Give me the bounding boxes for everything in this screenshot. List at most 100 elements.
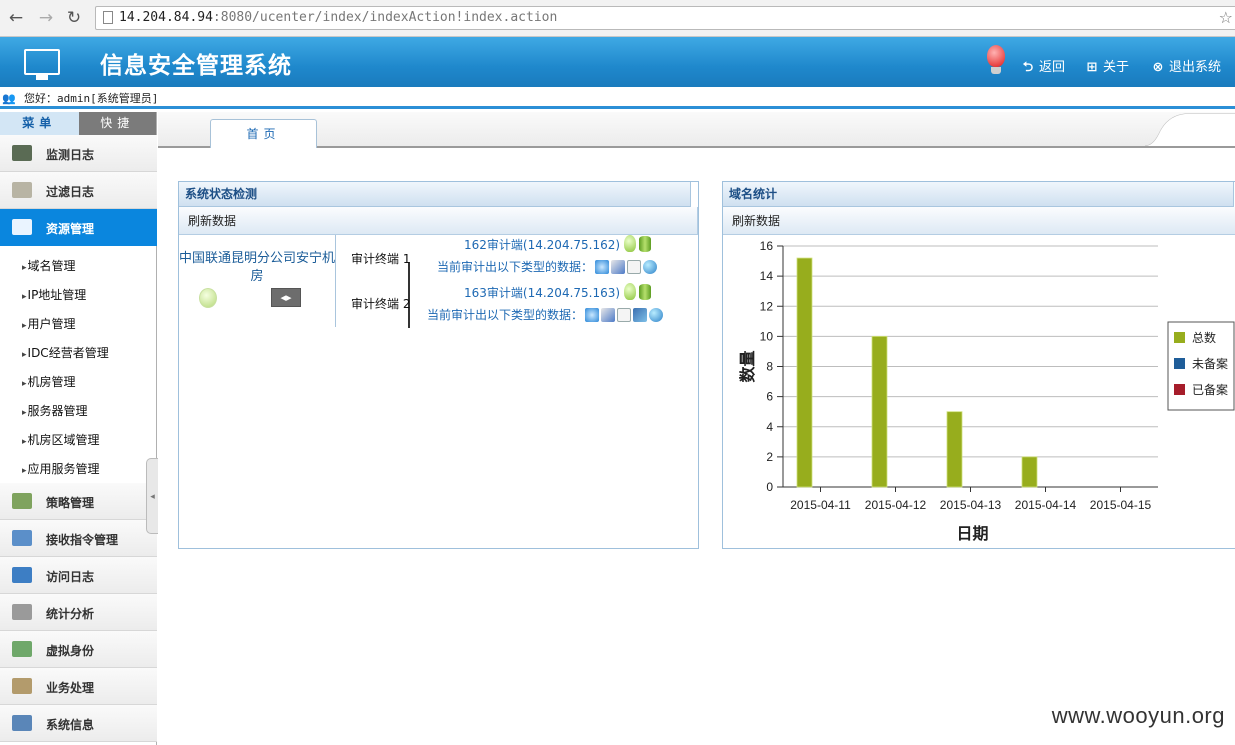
legend-swatch bbox=[1174, 358, 1185, 369]
connection-icon[interactable]: ◂▸ bbox=[271, 288, 301, 307]
domain-statistics-panel: 域名统计 刷新数据 0 2 4 6 8 10 12 14 16 2015-04-11 2015-04… bbox=[722, 181, 1235, 549]
sidebar-module-2[interactable]: 过滤日志 bbox=[0, 172, 157, 209]
virtual-identity-icon bbox=[12, 641, 32, 657]
auditor-1[interactable]: 162审计端(14.204.75.162) bbox=[464, 235, 652, 253]
document-icon[interactable] bbox=[627, 260, 642, 274]
bar-总数 bbox=[946, 411, 963, 488]
x-tick-label: 2015-04-12 bbox=[865, 498, 927, 512]
sidebar-module-label: 资源管理 bbox=[46, 222, 95, 236]
alert-bulb-icon[interactable] bbox=[987, 45, 1005, 74]
sidebar-subitem[interactable]: 应用服务管理 bbox=[22, 460, 100, 477]
sidebar-module-3[interactable]: 资源管理 bbox=[0, 209, 157, 246]
sidebar-subitem[interactable]: IP地址管理 bbox=[22, 286, 87, 303]
app-header: 信息安全管理系统 ⮌ 返回 ⊞ 关于 ⊗ 退出系统 bbox=[0, 37, 1235, 87]
back-link[interactable]: ⮌ 返回 bbox=[1021, 56, 1065, 80]
logout-link[interactable]: ⊗ 退出系统 bbox=[1151, 56, 1221, 75]
sidebar-module-4[interactable]: 策略管理 bbox=[0, 483, 157, 520]
sidebar-module-8[interactable]: 虚拟身份 bbox=[0, 631, 157, 668]
sidebar-module-1[interactable]: 监测日志 bbox=[0, 135, 157, 172]
globe-icon[interactable] bbox=[649, 308, 664, 322]
tab-shortcut[interactable]: 快捷 bbox=[78, 112, 156, 135]
y-tick-label: 14 bbox=[760, 269, 774, 283]
legend-label: 已备案 bbox=[1192, 382, 1228, 397]
auditor-1-data-types: 当前审计出以下类型的数据： bbox=[437, 258, 658, 275]
x-tick-label: 2015-04-13 bbox=[940, 498, 1002, 512]
bookmark-star-icon[interactable]: ☆ bbox=[1219, 8, 1233, 27]
sidebar-subitem[interactable]: 服务器管理 bbox=[22, 402, 88, 419]
y-axis-title: 数量 bbox=[738, 350, 757, 382]
collapse-sidebar-handle[interactable]: ◂ bbox=[146, 458, 158, 534]
x-tick-label: 2015-04-14 bbox=[1015, 498, 1077, 512]
sidebar-subitem[interactable]: 域名管理 bbox=[22, 257, 76, 274]
bar-总数 bbox=[871, 335, 888, 488]
legend-label: 未备案 bbox=[1192, 356, 1228, 371]
reload-icon[interactable]: ↻ bbox=[64, 8, 84, 28]
legend-swatch bbox=[1174, 384, 1185, 395]
sidebar-module-5[interactable]: 接收指令管理 bbox=[0, 520, 157, 557]
bar-总数 bbox=[796, 257, 813, 488]
room-name: 中国联通昆明分公司安宁机房 bbox=[179, 251, 336, 284]
sidebar-module-label: 策略管理 bbox=[46, 496, 95, 510]
database-icon bbox=[639, 236, 652, 252]
statistics-icon bbox=[12, 604, 32, 620]
y-tick-label: 8 bbox=[766, 360, 773, 374]
sidebar-module-label: 系统信息 bbox=[46, 718, 95, 732]
database-icon bbox=[639, 284, 652, 300]
sidebar-module-label: 访问日志 bbox=[46, 570, 95, 584]
sidebar-subitem[interactable]: 用户管理 bbox=[22, 315, 76, 332]
sidebar-subitem[interactable]: 机房管理 bbox=[22, 373, 76, 390]
sidebar-module-9[interactable]: 业务处理 bbox=[0, 668, 157, 705]
ie-icon[interactable] bbox=[595, 260, 610, 274]
network-node-icon[interactable] bbox=[633, 308, 648, 322]
business-icon bbox=[12, 678, 32, 694]
system-title: 信息安全管理系统 bbox=[100, 52, 292, 79]
y-tick-label: 16 bbox=[760, 239, 774, 253]
refresh-data-link[interactable]: 刷新数据 bbox=[723, 207, 1235, 235]
about-link[interactable]: ⊞ 关于 bbox=[1085, 56, 1129, 75]
tab-bar-curve bbox=[1145, 113, 1235, 146]
sidebar-module-6[interactable]: 访问日志 bbox=[0, 557, 157, 594]
globe-icon[interactable] bbox=[643, 260, 658, 274]
receive-command-icon bbox=[12, 530, 32, 546]
tab-bar: 首页 bbox=[158, 112, 1235, 148]
envelope-icon bbox=[12, 182, 32, 198]
legend-label: 总数 bbox=[1192, 330, 1216, 345]
tab-home[interactable]: 首页 bbox=[210, 119, 317, 148]
y-tick-label: 4 bbox=[766, 420, 773, 434]
monitor-logo-icon bbox=[24, 49, 60, 80]
sidebar-module-label: 监测日志 bbox=[46, 148, 95, 162]
divider bbox=[335, 235, 336, 327]
sidebar-module-label: 过滤日志 bbox=[46, 185, 95, 199]
audit-terminal-2-label: 审计终端 2 bbox=[351, 297, 411, 311]
monitor-log-icon bbox=[12, 145, 32, 161]
sidebar-module-10[interactable]: 系统信息 bbox=[0, 705, 157, 742]
status-bulb-icon bbox=[624, 283, 637, 300]
y-tick-label: 12 bbox=[760, 299, 774, 313]
ie-icon[interactable] bbox=[585, 308, 600, 322]
sidebar-tabs: 菜单 快捷 bbox=[0, 112, 156, 135]
x-tick-label: 2015-04-11 bbox=[790, 498, 851, 512]
document-icon[interactable] bbox=[617, 308, 632, 322]
address-bar[interactable]: 14.204.84.94:8080/ucenter/index/indexAct… bbox=[95, 6, 1235, 30]
status-bulb-icon bbox=[624, 235, 637, 252]
back-arrow-icon[interactable]: ← bbox=[6, 8, 26, 28]
url-text[interactable]: 14.204.84.94:8080/ucenter/index/indexAct… bbox=[119, 10, 557, 25]
sidebar-module-7[interactable]: 统计分析 bbox=[0, 594, 157, 631]
cd-icon[interactable] bbox=[601, 308, 616, 322]
auditor-2-data-types: 当前审计出以下类型的数据： bbox=[427, 306, 664, 323]
sidebar-subitem[interactable]: IDC经营者管理 bbox=[22, 344, 109, 361]
back-icon: ⮌ bbox=[1022, 60, 1034, 75]
auditor-2[interactable]: 163审计端(14.204.75.163) bbox=[464, 283, 652, 301]
sidebar-module-label: 虚拟身份 bbox=[46, 644, 95, 658]
welcome-text: 您好：admin[系统管理员] bbox=[24, 92, 159, 105]
forward-arrow-icon[interactable]: → bbox=[36, 8, 56, 28]
domain-bar-chart: 0 2 4 6 8 10 12 14 16 2015-04-11 2015-04-12 2015-04… bbox=[738, 239, 1235, 543]
panel-title: 系统状态检测 bbox=[179, 182, 691, 207]
tab-menu[interactable]: 菜单 bbox=[0, 112, 79, 135]
cd-icon[interactable] bbox=[611, 260, 626, 274]
browser-toolbar: ← → ↻ 14.204.84.94:8080/ucenter/index/in… bbox=[0, 0, 1235, 37]
refresh-data-link[interactable]: 刷新数据 bbox=[179, 207, 698, 235]
page-icon bbox=[103, 11, 113, 24]
sidebar-module-label: 业务处理 bbox=[46, 681, 95, 695]
sidebar-subitem[interactable]: 机房区域管理 bbox=[22, 431, 100, 448]
